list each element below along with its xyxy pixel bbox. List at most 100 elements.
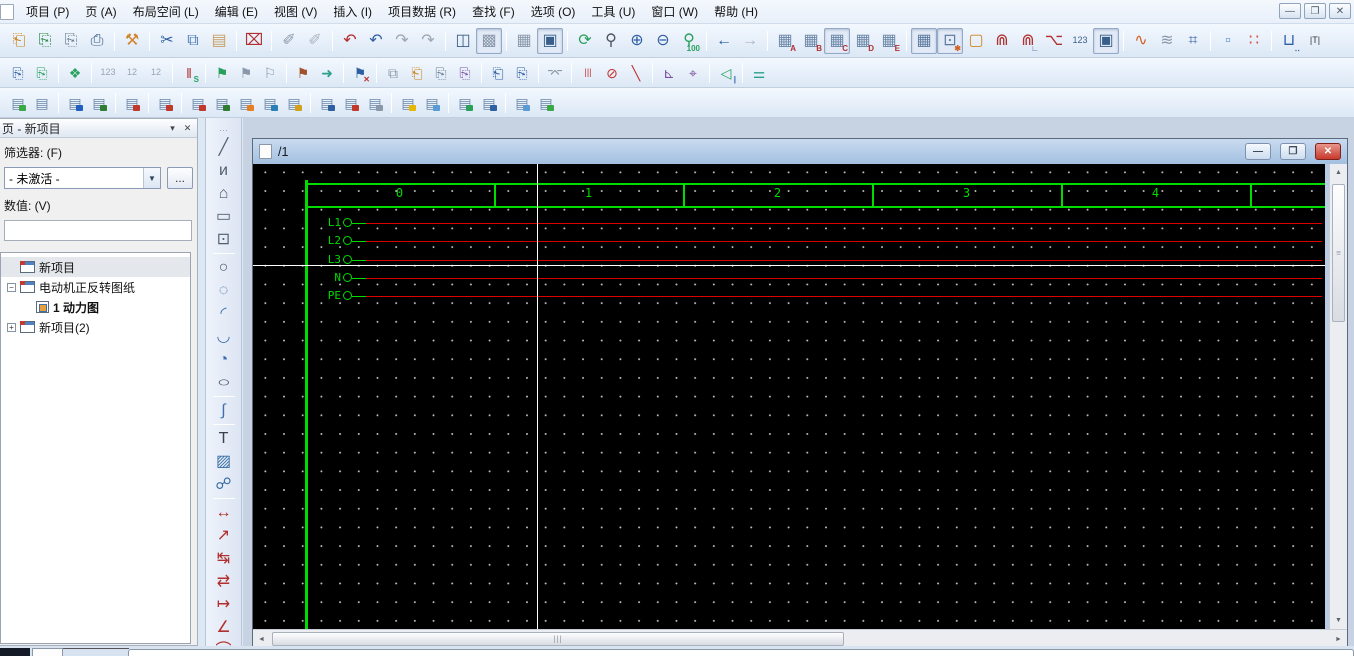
vertical-scrollbar[interactable]: ▲ ≡ ▼	[1329, 164, 1347, 629]
minimize-button[interactable]: —	[1279, 3, 1301, 19]
exchange-points-icon[interactable]: ∷	[1241, 28, 1267, 54]
expand-toggle[interactable]: +	[7, 323, 16, 332]
macro-box-navigator-icon[interactable]: ▤	[534, 91, 558, 115]
corner-snap-icon[interactable]: ⊾	[657, 61, 681, 85]
goto-graphic-icon[interactable]: ➜	[315, 61, 339, 85]
draw-arc-icon[interactable]: ◡	[210, 325, 238, 348]
value-display-icon[interactable]: 123	[1067, 28, 1093, 54]
process-navigator-icon[interactable]: ▤	[282, 91, 306, 115]
undo-icon[interactable]: ↶	[363, 28, 389, 54]
format-painter-assign-icon[interactable]: ✐	[302, 28, 328, 54]
scroll-right-arrow[interactable]: ►	[1330, 631, 1347, 648]
tree-item[interactable]: 1 动力图	[1, 297, 190, 317]
pages-list-icon[interactable]: ▤	[30, 91, 54, 115]
draw-circle-points-icon[interactable]: ◌	[210, 279, 238, 302]
plug-navigator-icon[interactable]: ▤	[87, 91, 111, 115]
interruption-point-navigator-icon[interactable]: ▤	[186, 91, 210, 115]
settings-wrench-icon[interactable]: ⚒	[119, 28, 145, 54]
expand-toggle[interactable]: −	[7, 283, 16, 292]
cut-icon[interactable]: ✂	[154, 28, 180, 54]
restore-button[interactable]: ❐	[1304, 3, 1326, 19]
child-minimize-button[interactable]: —	[1245, 143, 1271, 160]
child-close-button[interactable]: ✕	[1315, 143, 1341, 160]
filter-dropdown[interactable]: - 未激活 - ▼	[4, 167, 161, 189]
tree-item[interactable]: +新项目(2)	[1, 317, 190, 337]
revision-navigator-icon[interactable]: ▤	[453, 91, 477, 115]
insert-image-icon[interactable]: ▨	[210, 450, 238, 473]
tile-window-icon[interactable]: ▩	[476, 28, 502, 54]
shopping-cart-icon[interactable]: ⊔‥	[1276, 28, 1302, 54]
child-restore-button[interactable]: ❐	[1280, 143, 1306, 160]
page-navigator-icon[interactable]: ⎘	[6, 61, 30, 85]
synchronize-check-icon[interactable]: ‖S	[177, 61, 201, 85]
grid-display-icon[interactable]: ▦	[911, 28, 937, 54]
dimension-continued-icon[interactable]: ↹	[210, 547, 238, 570]
delete-selection-icon[interactable]: ⌧	[241, 28, 267, 54]
import-page-icon[interactable]: ⎗	[486, 61, 510, 85]
draw-polyline-icon[interactable]: ᴎ	[210, 159, 238, 182]
zoom-window-icon[interactable]: ⚲	[598, 28, 624, 54]
copy-pages-icon[interactable]: ⧉	[381, 61, 405, 85]
horizontal-scroll-thumb[interactable]: |||	[272, 632, 844, 646]
insert-hyperlink-icon[interactable]: ☍	[210, 473, 238, 496]
message-settings-icon[interactable]: ⚑	[234, 61, 258, 85]
align-tool-icon[interactable]: ⚌	[747, 61, 771, 85]
placeholder-object-icon[interactable]: ▫	[1215, 28, 1241, 54]
zoom-in-icon[interactable]: ⊕	[624, 28, 650, 54]
new-page-wizard-icon[interactable]: ⎗	[405, 61, 429, 85]
dimension-chain-icon[interactable]: ⇄	[210, 570, 238, 593]
insert-text-icon[interactable]: |T|	[1302, 28, 1328, 54]
page-revision-icon[interactable]: ⎘	[429, 61, 453, 85]
undo-list-icon[interactable]: ↶	[337, 28, 363, 54]
paste-icon[interactable]: ▤	[206, 28, 232, 54]
grid-b-icon[interactable]: ▦B	[798, 28, 824, 54]
multi-line-navigator-icon[interactable]: ▤	[6, 91, 30, 115]
renumber-cables-icon[interactable]: 12	[144, 61, 168, 85]
close-button[interactable]: ✕	[1329, 3, 1351, 19]
renumber-devices-icon[interactable]: 123	[96, 61, 120, 85]
tree-item[interactable]: 新项目	[1, 257, 190, 277]
forward-icon[interactable]: →	[737, 28, 763, 54]
zoom-100-icon[interactable]: ⚲100	[676, 28, 702, 54]
insert-circle-symbol-icon[interactable]: ⊘	[600, 61, 624, 85]
insert-slash-symbol-icon[interactable]: ╲	[624, 61, 648, 85]
draw-sector-icon[interactable]: ◔	[210, 348, 238, 371]
mirror-tool-icon[interactable]: ◁|	[714, 61, 738, 85]
menu-item[interactable]: 页 (A)	[77, 0, 124, 23]
copy-icon[interactable]: ⧉	[180, 28, 206, 54]
order-navigator-icon[interactable]: ▤	[363, 91, 387, 115]
insert-busbar-icon[interactable]: |||	[576, 61, 600, 85]
menu-item[interactable]: 窗口 (W)	[643, 0, 706, 23]
snap-coordinates-icon[interactable]: ⋒∟	[1015, 28, 1041, 54]
potential-navigator-icon[interactable]: ▤	[153, 91, 177, 115]
design-frame-icon[interactable]: ▢	[963, 28, 989, 54]
bottom-tab-2[interactable]	[32, 648, 63, 656]
draw-spline-icon[interactable]: ∫	[210, 399, 238, 422]
placeholder-navigator-icon[interactable]: ▤	[420, 91, 444, 115]
macro-navigator-icon[interactable]: ▤	[510, 91, 534, 115]
dimension-aligned-icon[interactable]: ↗	[210, 524, 238, 547]
redo-list-icon[interactable]: ↷	[415, 28, 441, 54]
bookmark-icon[interactable]: ⚑	[291, 61, 315, 85]
bom-navigator-icon[interactable]: ▤	[339, 91, 363, 115]
split-window-icon[interactable]: ◫	[450, 28, 476, 54]
insert-fields-icon[interactable]: ▦	[511, 28, 537, 54]
format-painter-icon[interactable]: ✐	[276, 28, 302, 54]
device-navigator-icon[interactable]: ▤	[63, 91, 87, 115]
signal-net-icon[interactable]: ⌗	[1180, 28, 1206, 54]
menu-item[interactable]: 项目 (P)	[18, 0, 77, 23]
close-page-icon[interactable]: ⎘	[58, 28, 84, 54]
new-page-icon[interactable]: ⎗	[6, 28, 32, 54]
grid-a-icon[interactable]: ▦A	[772, 28, 798, 54]
cable-navigator-icon[interactable]: ▤	[210, 91, 234, 115]
menu-item[interactable]: 查找 (F)	[464, 0, 523, 23]
export-page-icon[interactable]: ⎘	[510, 61, 534, 85]
filter-browse-button[interactable]: ...	[167, 167, 193, 189]
message-check-icon[interactable]: ⚑	[210, 61, 234, 85]
draw-arc-3point-icon[interactable]: ◜	[210, 302, 238, 325]
menu-item[interactable]: 插入 (I)	[325, 0, 380, 23]
message-management-icon[interactable]: ▤	[396, 91, 420, 115]
draw-polygon-icon[interactable]: ⌂	[210, 182, 238, 205]
graphic-preview-icon[interactable]: ▣	[537, 28, 563, 54]
menu-item[interactable]: 帮助 (H)	[706, 0, 766, 23]
